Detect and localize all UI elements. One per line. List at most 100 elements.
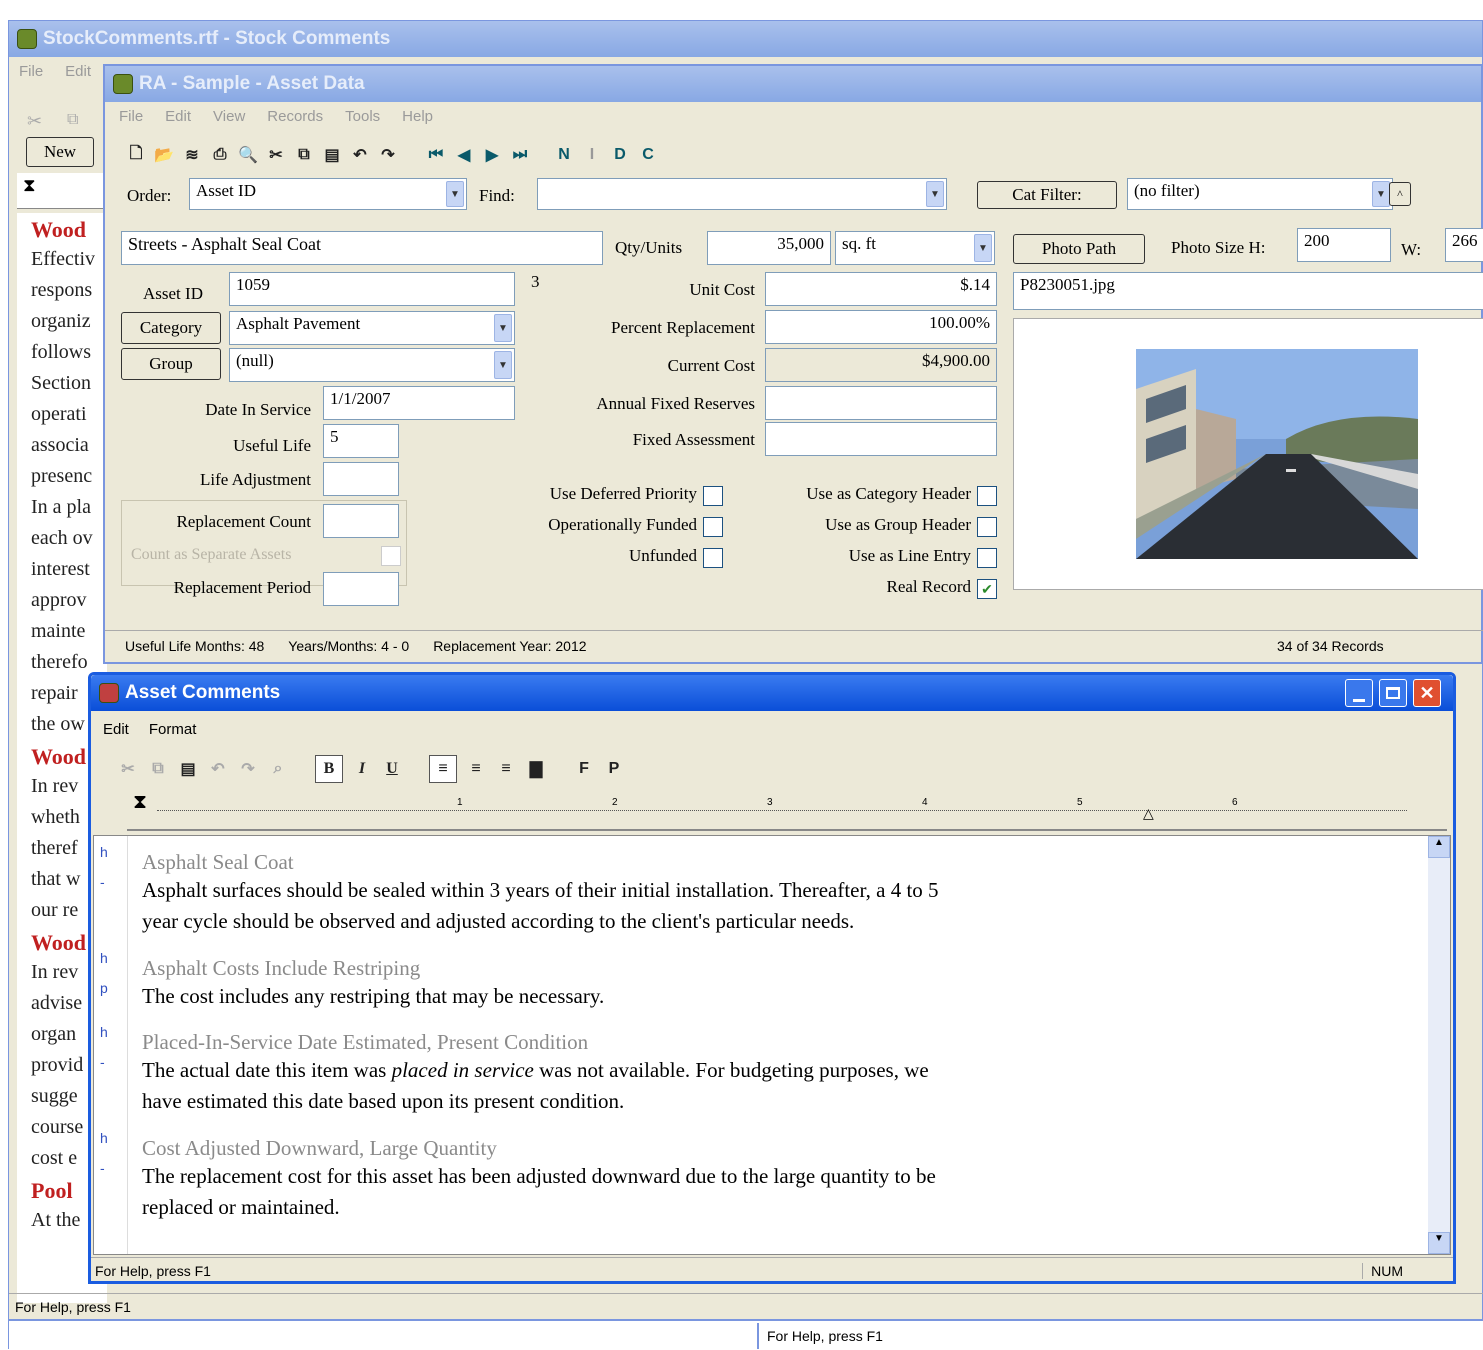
group-button[interactable]: Group: [121, 348, 221, 380]
asset-id-field[interactable]: 1059: [229, 272, 515, 306]
italic-button[interactable]: I: [351, 758, 373, 780]
menu-edit[interactable]: Edit: [103, 721, 129, 738]
cut-icon[interactable]: ✂: [27, 111, 42, 132]
undo-icon[interactable]: ↶: [349, 144, 371, 166]
scroll-down-icon[interactable]: ▼: [1428, 1232, 1450, 1254]
paste-icon[interactable]: ▤: [321, 144, 343, 166]
justify-icon[interactable]: ▇: [525, 758, 547, 780]
asset-titlebar[interactable]: RA - Sample - Asset Data: [105, 66, 1481, 102]
photo-width-field[interactable]: 266: [1445, 228, 1483, 262]
chevron-down-icon[interactable]: ▼: [926, 181, 944, 207]
unit-select[interactable]: sq. ft ▼: [835, 231, 995, 265]
new-file-icon[interactable]: 🗋: [125, 144, 147, 166]
find-icon[interactable]: ⌕: [267, 758, 289, 780]
cut-icon[interactable]: ✂: [265, 144, 287, 166]
fixed-assessment-field[interactable]: [765, 422, 997, 456]
copy-record-icon[interactable]: C: [637, 144, 659, 166]
align-right-icon[interactable]: ≡: [495, 758, 517, 780]
undo-icon[interactable]: ↶: [207, 758, 229, 780]
save-icon[interactable]: ≋: [181, 144, 203, 166]
menu-edit[interactable]: Edit: [65, 63, 91, 80]
menu-file[interactable]: File: [19, 63, 43, 80]
replacement-period-field[interactable]: [323, 572, 399, 606]
checkbox[interactable]: [977, 517, 997, 537]
maximize-icon[interactable]: [1379, 679, 1407, 707]
open-folder-icon[interactable]: 📂: [153, 144, 175, 166]
insert-record-icon[interactable]: I: [581, 144, 603, 166]
filter-up-button[interactable]: ^: [1389, 182, 1411, 206]
stock-comments-titlebar[interactable]: StockComments.rtf - Stock Comments: [9, 21, 1482, 57]
new-record-icon[interactable]: N: [553, 144, 575, 166]
menu-help[interactable]: Help: [402, 108, 433, 125]
menu-format[interactable]: Format: [149, 721, 197, 738]
first-record-icon[interactable]: ⏮: [425, 144, 447, 166]
useful-life-field[interactable]: 5: [323, 424, 399, 458]
find-input[interactable]: ▼: [537, 178, 947, 210]
paste-icon[interactable]: ▤: [177, 758, 199, 780]
annual-fixed-reserves-field[interactable]: [765, 386, 997, 420]
group-select[interactable]: (null) ▼: [229, 348, 515, 382]
filter-select[interactable]: (no filter) ▼: [1127, 178, 1393, 210]
date-in-service-field[interactable]: 1/1/2007: [323, 386, 515, 420]
category-button[interactable]: Category: [121, 312, 221, 344]
photo-height-field[interactable]: 200: [1297, 228, 1391, 262]
print-icon[interactable]: ⎙: [209, 144, 231, 166]
photo-file-field[interactable]: P8230051.jpg: [1013, 272, 1483, 310]
next-record-icon[interactable]: ▶: [481, 144, 503, 166]
cat-filter-button[interactable]: Cat Filter:: [977, 181, 1117, 209]
menu-view[interactable]: View: [213, 108, 245, 125]
percent-replacement-field[interactable]: 100.00%: [765, 310, 997, 344]
qty-field[interactable]: 35,000: [707, 231, 831, 265]
order-select[interactable]: Asset ID ▼: [189, 178, 467, 210]
unit-cost-field[interactable]: $.14: [765, 272, 997, 306]
bold-button[interactable]: B: [315, 755, 343, 783]
checkbox[interactable]: ✔: [977, 579, 997, 599]
menu-file[interactable]: File: [119, 108, 143, 125]
prev-record-icon[interactable]: ◀: [453, 144, 475, 166]
menu-records[interactable]: Records: [267, 108, 323, 125]
menu-edit[interactable]: Edit: [165, 108, 191, 125]
align-left-icon[interactable]: ≡: [429, 755, 457, 783]
checkbox[interactable]: [977, 548, 997, 568]
asset-name-field[interactable]: Streets - Asphalt Seal Coat: [121, 231, 603, 265]
life-adjustment-field[interactable]: [323, 462, 399, 496]
redo-icon[interactable]: ↷: [377, 144, 399, 166]
chevron-down-icon[interactable]: ▼: [446, 181, 464, 207]
print-preview-icon[interactable]: 🔍: [237, 144, 259, 166]
vertical-scrollbar[interactable]: ▲ ▼: [1428, 836, 1450, 1254]
redo-icon[interactable]: ↷: [237, 758, 259, 780]
italic-phrase: placed in service: [391, 1058, 534, 1082]
comments-editor[interactable]: h - Asphalt Seal Coat Asphalt surfaces shou…: [93, 835, 1451, 1255]
underline-button[interactable]: U: [381, 758, 403, 780]
last-record-icon[interactable]: ⏭: [509, 144, 531, 166]
chevron-down-icon[interactable]: ▼: [974, 234, 992, 262]
left-indent-marker-icon[interactable]: ⧗: [133, 791, 147, 814]
ruler-number: 3: [767, 797, 773, 808]
menu-tools[interactable]: Tools: [345, 108, 380, 125]
scroll-up-icon[interactable]: ▲: [1428, 836, 1450, 858]
copy-icon[interactable]: ⧉: [67, 111, 78, 129]
photo-path-button[interactable]: Photo Path: [1013, 234, 1145, 264]
chevron-down-icon[interactable]: ▼: [494, 351, 512, 379]
category-select[interactable]: Asphalt Pavement ▼: [229, 311, 515, 345]
chevron-down-icon[interactable]: ▼: [1372, 181, 1390, 207]
cut-icon[interactable]: ✂: [117, 758, 139, 780]
font-button[interactable]: F: [573, 758, 595, 780]
minimize-icon[interactable]: [1345, 679, 1373, 707]
right-indent-marker-icon[interactable]: △: [1143, 805, 1154, 822]
delete-record-icon[interactable]: D: [609, 144, 631, 166]
chevron-down-icon[interactable]: ▼: [494, 314, 512, 342]
align-center-icon[interactable]: ≡: [465, 758, 487, 780]
count-separate-checkbox[interactable]: [381, 546, 401, 566]
indent-marker-icon[interactable]: ⧗: [23, 175, 36, 196]
replacement-count-field[interactable]: [323, 504, 399, 538]
comments-titlebar[interactable]: Asset Comments ✕: [91, 675, 1453, 711]
copy-icon[interactable]: ⧉: [293, 144, 315, 166]
ruler[interactable]: ⧗ 1 2 3 4 5 6 △: [127, 791, 1447, 831]
close-icon[interactable]: ✕: [1413, 679, 1441, 707]
checkbox[interactable]: [977, 486, 997, 506]
paragraph-button[interactable]: P: [603, 758, 625, 780]
new-button[interactable]: New: [26, 137, 94, 167]
copy-icon[interactable]: ⧉: [147, 758, 169, 780]
ruler-stub: ⧗: [17, 173, 105, 209]
